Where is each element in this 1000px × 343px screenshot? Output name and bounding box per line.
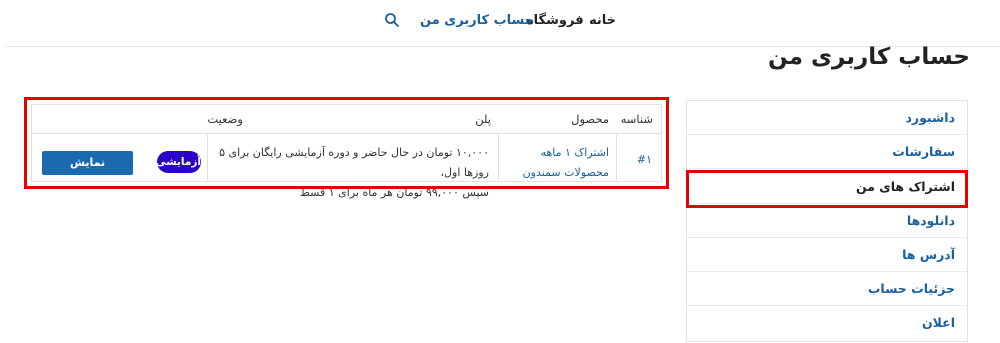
column-divider — [616, 133, 617, 181]
row-plan: ۱۰,۰۰۰ تومان در حال حاضر و دوره آزمایشی … — [211, 143, 489, 203]
product-category-link[interactable]: محصولات سمندون — [505, 163, 609, 183]
status-badge: آزمایشی — [156, 151, 201, 173]
sidebar-item-subscriptions[interactable]: اشتراک های من — [687, 170, 967, 204]
header-id: شناسه — [620, 112, 653, 126]
table-header: شناسه محصول پلن وضعیت — [32, 105, 661, 134]
row-product: اشتراک ۱ ماهه محصولات سمندون — [505, 143, 609, 183]
column-divider — [498, 133, 499, 181]
header-plan: پلن — [475, 112, 491, 126]
sidebar-item-notifications[interactable]: اعلان — [687, 306, 967, 340]
search-icon[interactable] — [384, 12, 400, 28]
subscriptions-table: شناسه محصول پلن وضعیت #۱ اشتراک ۱ ماهه م… — [31, 104, 662, 199]
nav-item-home[interactable]: خانه — [589, 13, 616, 28]
view-button[interactable]: نمایش — [42, 151, 133, 175]
sidebar-item-account-details[interactable]: جزئیات حساب — [687, 272, 967, 306]
plan-line-2: سپس ۹۹,۰۰۰ تومان هر ماه برای ۱ قسط — [299, 186, 489, 199]
sidebar-item-orders[interactable]: سفارشات — [687, 135, 967, 169]
nav-item-shop[interactable]: فروشگاه — [526, 13, 584, 28]
sidebar-item-downloads[interactable]: دانلودها — [687, 204, 967, 238]
header-status: وضعیت — [207, 112, 243, 126]
sidebar-item-dashboard[interactable]: داشبورد — [687, 101, 967, 135]
column-divider — [207, 133, 208, 181]
row-id-link[interactable]: #۱ — [637, 153, 652, 166]
top-navigation: خانه فروشگاه حساب کاربری من — [0, 0, 1000, 44]
nav-item-my-account[interactable]: حساب کاربری من — [420, 13, 534, 28]
account-sidebar: داشبورد سفارشات اشتراک های من دانلودها آ… — [686, 100, 968, 342]
subscriptions-table-highlight: شناسه محصول پلن وضعیت #۱ اشتراک ۱ ماهه م… — [24, 97, 669, 199]
header-product: محصول — [571, 112, 609, 126]
sidebar-item-addresses[interactable]: آدرس ها — [687, 238, 967, 272]
plan-line-1: ۱۰,۰۰۰ تومان در حال حاضر و دوره آزمایشی … — [219, 146, 489, 179]
page-title: حساب کاربری من — [768, 44, 970, 70]
product-name-link[interactable]: اشتراک ۱ ماهه — [505, 143, 609, 163]
